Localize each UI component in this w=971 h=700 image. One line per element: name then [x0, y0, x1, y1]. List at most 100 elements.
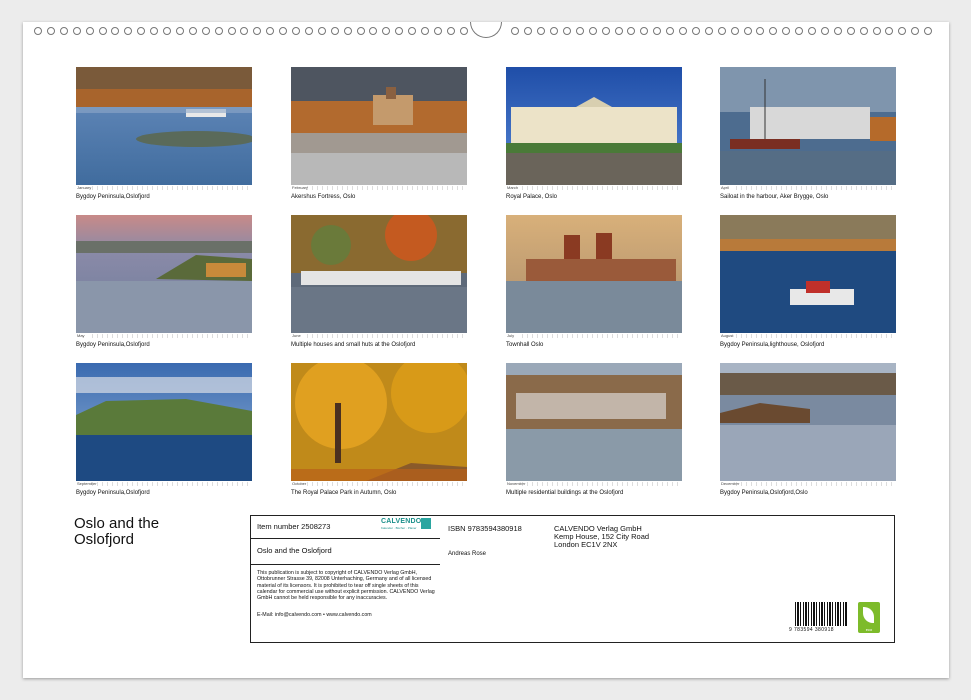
month-strip: April — [720, 185, 896, 191]
month-strip: October — [291, 481, 467, 487]
binding-ring — [459, 27, 468, 35]
photo-caption: Bygdoy Peninsula,Oslofjord,Oslo — [720, 490, 808, 496]
month-label: May — [77, 333, 85, 338]
binding-ring — [885, 27, 894, 35]
binding-ring — [911, 27, 920, 35]
month-strip: March — [506, 185, 682, 191]
binding-ring — [369, 27, 378, 35]
binding-ring — [137, 27, 146, 35]
photo-june: June — [291, 215, 467, 339]
binding-ring — [730, 27, 739, 35]
binding-ring — [266, 27, 275, 35]
binding-ring — [111, 27, 120, 35]
month-label: February — [292, 185, 309, 190]
photo-caption: Bygdoy Peninsula,Oslofjord — [76, 342, 150, 348]
binding-ring — [46, 27, 55, 35]
photo-march: March — [506, 67, 682, 191]
binding-ring — [627, 27, 636, 35]
photo-caption: Bygdoy Peninsula,Oslofjord — [76, 490, 150, 496]
month-label: August — [721, 333, 734, 338]
binding-ring — [640, 27, 649, 35]
photo-caption: Royal Palace, Oslo — [506, 194, 558, 200]
binding-ring — [898, 27, 907, 35]
binding-ring — [614, 27, 623, 35]
month-label: April — [721, 185, 730, 190]
product-title: Oslo and the Oslofjord — [257, 546, 332, 555]
photo-january: January — [76, 67, 252, 191]
month-strip: July — [506, 333, 682, 339]
photo-caption: The Royal Palace Park in Autumn, Oslo — [291, 490, 397, 496]
binding-ring — [421, 27, 429, 35]
photo-december: December — [720, 363, 896, 487]
binding-ring — [330, 27, 339, 35]
binding-ring — [859, 27, 868, 35]
binding-ring — [150, 27, 159, 35]
month-strip: January — [76, 185, 252, 191]
photo-caption: Sailoat in the harbour, Aker Brygge, Osl… — [720, 194, 829, 200]
binding-ring — [356, 27, 365, 35]
month-strip: September — [76, 481, 252, 487]
binding-ring — [717, 27, 726, 35]
binding-ring — [188, 27, 197, 35]
binding-ring — [175, 27, 184, 35]
barcode — [795, 602, 847, 626]
binding-ring — [524, 27, 533, 35]
binding-ring — [795, 27, 804, 35]
contact-line: E-Mail: info@calvendo.com • www.calvendo… — [257, 612, 372, 618]
calendar-title: Oslo and the Oslofjord — [74, 516, 159, 548]
divider — [251, 538, 440, 539]
binding-ring — [343, 27, 352, 35]
photo-november: November — [506, 363, 682, 487]
binding-ring — [575, 27, 584, 35]
photo-october: October — [291, 363, 467, 487]
photo-may: May — [76, 215, 252, 339]
binding-ring — [408, 27, 417, 35]
binding-ring — [201, 27, 210, 35]
month-strip: June — [291, 333, 467, 339]
photo-caption: Multiple residential buildings at the Os… — [506, 490, 624, 496]
binding-ring — [820, 27, 829, 35]
item-number: Item number 2508273 — [257, 522, 331, 531]
eco-label: eco — [865, 627, 873, 632]
photo-july: July — [506, 215, 682, 339]
calendar-title-line1: Oslo and the — [74, 515, 160, 532]
photo-february: February — [291, 67, 467, 191]
binding-ring — [511, 27, 520, 35]
binding-ring — [317, 27, 326, 35]
binding-ring — [872, 27, 881, 35]
binding-ring — [756, 27, 765, 35]
binding-ring — [666, 27, 675, 35]
binding-ring — [382, 27, 391, 35]
binding-ring — [769, 27, 778, 35]
binding-ring — [304, 27, 313, 35]
binding-ring — [588, 27, 597, 35]
logo-mark-icon — [421, 518, 431, 529]
month-label: October — [292, 481, 307, 486]
month-strip: February — [291, 185, 467, 191]
month-strip: August — [720, 333, 896, 339]
binding-ring — [537, 27, 546, 35]
binding-ring — [833, 27, 842, 35]
binding-ring — [550, 27, 558, 35]
photo-caption: Multiple houses and small huts at the Os… — [291, 342, 416, 348]
binding-ring — [59, 27, 68, 35]
photo-caption: Bygdoy Peninsula,lighthouse, Oslofjord — [720, 342, 825, 348]
binding-ring — [98, 27, 107, 35]
barcode-number: 9 783594 380918 — [789, 627, 834, 633]
photo-september: September — [76, 363, 252, 487]
binding-ring — [924, 27, 933, 35]
logo-text: CALVENDO — [381, 518, 422, 525]
legal-notice: This publication is subject to copyright… — [257, 570, 435, 602]
binding-ring — [163, 27, 171, 35]
binding-ring — [846, 27, 855, 35]
binding-ring — [704, 27, 713, 35]
month-strip: May — [76, 333, 252, 339]
binding-ring — [124, 27, 133, 35]
month-label: March — [507, 185, 519, 190]
binding-ring — [743, 27, 752, 35]
binding-ring — [446, 27, 455, 35]
binding-ring — [679, 27, 687, 35]
author-name: Andreas Rose — [448, 551, 487, 557]
photo-caption: Townhall Oslo — [506, 342, 544, 348]
eco-badge: eco — [858, 602, 880, 633]
